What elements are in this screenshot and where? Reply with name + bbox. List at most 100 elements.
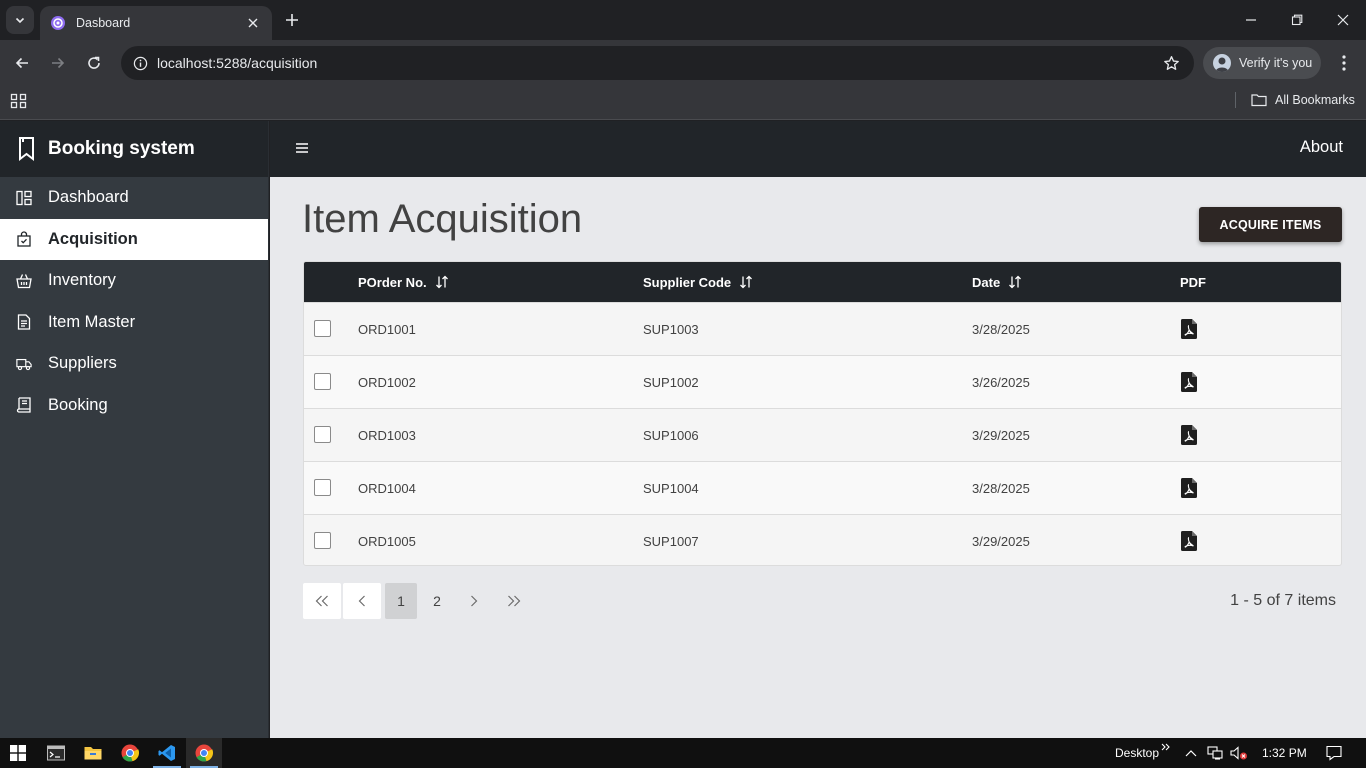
next-page-button[interactable] xyxy=(455,583,493,619)
browser-tabstrip: Dasboard xyxy=(0,0,1366,40)
last-page-button[interactable] xyxy=(495,583,533,619)
supplier-code-cell: SUP1002 xyxy=(643,374,699,390)
tab-close-icon[interactable] xyxy=(244,14,262,32)
order-number-cell: ORD1005 xyxy=(358,533,416,549)
book-icon xyxy=(16,397,32,413)
minimize-button[interactable] xyxy=(1228,0,1274,40)
pdf-download-icon[interactable] xyxy=(1181,303,1197,355)
supplier-code-cell: SUP1006 xyxy=(643,427,699,443)
page-title: Item Acquisition xyxy=(302,197,583,241)
sidebar-item-acquisition[interactable]: Acquisition xyxy=(0,218,268,260)
desktop-toolbar-label[interactable]: Desktop xyxy=(1115,746,1159,760)
table-row[interactable]: ORD1002 SUP1002 3/26/2025 xyxy=(304,355,1341,408)
pagination: 1 2 xyxy=(303,583,535,619)
column-header-supplier[interactable]: Supplier Code xyxy=(643,262,753,302)
bag-check-icon xyxy=(16,231,32,247)
bookmarks-divider xyxy=(1235,92,1236,108)
menu-toggle-button[interactable] xyxy=(294,137,310,159)
sidebar-item-label: Inventory xyxy=(48,271,116,290)
chrome-icon xyxy=(121,744,139,762)
kebab-menu-icon xyxy=(1342,55,1346,71)
taskbar-terminal[interactable] xyxy=(38,738,74,768)
sidebar-item-item-master[interactable]: Item Master xyxy=(0,302,268,344)
page-button-2[interactable]: 2 xyxy=(421,583,453,619)
folder-icon xyxy=(1251,94,1267,107)
sidebar: Booking system Dashboard Acquisition Inv… xyxy=(0,121,269,738)
sidebar-item-label: Item Master xyxy=(48,312,136,331)
browser-menu-button[interactable] xyxy=(1333,50,1355,76)
pdf-download-icon[interactable] xyxy=(1181,409,1197,461)
taskbar-chrome-active[interactable] xyxy=(186,738,222,768)
supplier-code-cell: SUP1003 xyxy=(643,321,699,337)
tab-search-button[interactable] xyxy=(6,6,34,34)
table-row[interactable]: ORD1001 SUP1003 3/28/2025 xyxy=(304,302,1341,355)
vscode-icon xyxy=(158,745,175,761)
tray-overflow-chevron-icon[interactable] xyxy=(1180,738,1202,768)
row-checkbox[interactable] xyxy=(314,373,331,390)
profile-button[interactable]: Verify it's you xyxy=(1203,47,1321,79)
network-icon[interactable] xyxy=(1204,738,1226,768)
back-button[interactable] xyxy=(7,48,37,78)
close-window-button[interactable] xyxy=(1320,0,1366,40)
sidebar-item-inventory[interactable]: Inventory xyxy=(0,260,268,302)
apps-grid-icon[interactable] xyxy=(10,92,30,112)
truck-icon xyxy=(16,356,32,372)
main-content: Item Acquisition ACQUIRE ITEMS POrder No… xyxy=(270,177,1366,738)
minimize-icon xyxy=(1246,19,1256,21)
row-checkbox[interactable] xyxy=(314,426,331,443)
toolbar-expand-icon[interactable] xyxy=(1156,732,1176,762)
sidebar-item-suppliers[interactable]: Suppliers xyxy=(0,343,268,385)
taskbar-file-explorer[interactable] xyxy=(75,738,111,768)
row-checkbox[interactable] xyxy=(314,532,331,549)
pager-info: 1 - 5 of 7 items xyxy=(1230,592,1336,609)
column-header-label: Date xyxy=(972,274,1001,290)
volume-muted-icon[interactable] xyxy=(1228,738,1250,768)
browser-tab[interactable]: Dasboard xyxy=(40,6,272,40)
acquire-items-button[interactable]: ACQUIRE ITEMS xyxy=(1199,207,1342,242)
table-row[interactable]: ORD1004 SUP1004 3/28/2025 xyxy=(304,461,1341,514)
taskbar-clock[interactable]: 1:32 PM xyxy=(1262,746,1307,760)
pdf-download-icon[interactable] xyxy=(1181,356,1197,408)
about-link[interactable]: About xyxy=(1300,138,1343,157)
column-header-porder[interactable]: POrder No. xyxy=(358,262,449,302)
avatar xyxy=(1213,54,1231,72)
url-text[interactable]: localhost:5288/acquisition xyxy=(157,55,1154,71)
table-row[interactable]: ORD1005 SUP1007 3/29/2025 xyxy=(304,514,1341,565)
start-button[interactable] xyxy=(0,738,36,768)
sidebar-item-label: Dashboard xyxy=(48,188,129,207)
first-page-button[interactable] xyxy=(303,583,341,619)
document-icon xyxy=(16,314,32,330)
sidebar-item-booking[interactable]: Booking xyxy=(0,385,268,427)
chevron-right-icon xyxy=(471,595,478,607)
restore-button[interactable] xyxy=(1274,0,1320,40)
sidebar-item-dashboard[interactable]: Dashboard xyxy=(0,177,268,219)
brand[interactable]: Booking system xyxy=(0,121,268,177)
table-row[interactable]: ORD1003 SUP1006 3/29/2025 xyxy=(304,408,1341,461)
address-bar[interactable]: localhost:5288/acquisition xyxy=(121,46,1194,80)
forward-button[interactable] xyxy=(43,48,73,78)
reload-button[interactable] xyxy=(79,48,109,78)
row-checkbox[interactable] xyxy=(314,479,331,496)
arrow-right-icon xyxy=(52,57,65,69)
new-tab-button[interactable] xyxy=(282,10,302,30)
page-button-1[interactable]: 1 xyxy=(385,583,417,619)
notifications-icon[interactable] xyxy=(1322,738,1346,768)
taskbar-vscode[interactable] xyxy=(149,738,185,768)
previous-page-button[interactable] xyxy=(343,583,381,619)
chevron-left-icon xyxy=(358,595,365,607)
pdf-download-icon[interactable] xyxy=(1181,515,1197,565)
site-info-icon[interactable] xyxy=(123,46,157,80)
date-cell: 3/28/2025 xyxy=(972,321,1030,337)
column-header-date[interactable]: Date xyxy=(972,262,1022,302)
row-checkbox[interactable] xyxy=(314,320,331,337)
pdf-download-icon[interactable] xyxy=(1181,462,1197,514)
bookmark-star-icon[interactable] xyxy=(1154,46,1188,80)
hamburger-icon xyxy=(296,143,308,153)
chrome-icon xyxy=(195,744,213,762)
column-header-pdf: PDF xyxy=(1180,262,1206,302)
double-chevron-right-icon xyxy=(508,595,521,607)
taskbar-chrome[interactable] xyxy=(112,738,148,768)
chevron-down-icon xyxy=(15,17,25,24)
all-bookmarks-button[interactable]: All Bookmarks xyxy=(1251,91,1355,109)
sort-icon xyxy=(740,275,753,289)
